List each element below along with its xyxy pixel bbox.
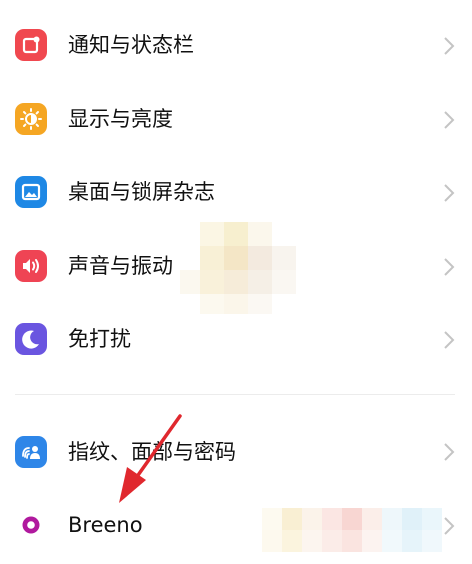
watermark-pixel: [342, 530, 362, 552]
watermark-pixel: [382, 508, 402, 530]
chevron-right-icon: [443, 36, 455, 56]
watermark-pixel: [248, 294, 272, 314]
settings-item-fingerprint-face-password[interactable]: 指纹、面部与密码: [0, 414, 472, 488]
watermark-pixel: [272, 246, 296, 270]
section-divider: [15, 394, 455, 395]
watermark-pixel: [302, 530, 322, 552]
watermark-pixel: [322, 530, 342, 552]
sound-icon: [15, 250, 47, 282]
chevron-right-icon: [443, 330, 455, 350]
watermark-pixel: [402, 508, 422, 530]
settings-item-label: 桌面与锁屏杂志: [68, 180, 215, 204]
watermark-pixel: [322, 508, 342, 530]
watermark-pixel: [200, 222, 224, 246]
watermark-pixel: [262, 530, 282, 552]
watermark-pixel: [200, 246, 224, 270]
settings-item-label: Breeno: [68, 513, 143, 537]
watermark-pixel: [180, 270, 200, 294]
watermark-pixel: [422, 508, 442, 530]
wallpaper-icon: [15, 176, 47, 208]
settings-item-label: 指纹、面部与密码: [68, 440, 236, 464]
chevron-right-icon: [443, 257, 455, 277]
watermark-pixel: [362, 530, 382, 552]
watermark-pixel: [342, 508, 362, 530]
watermark-pixel: [272, 270, 296, 294]
watermark-pixel: [422, 530, 442, 552]
watermark-pixel: [302, 508, 322, 530]
watermark-pixel: [282, 508, 302, 530]
watermark-pixel: [402, 530, 422, 552]
watermark-pixel: [200, 294, 224, 314]
settings-item-label: 通知与状态栏: [68, 33, 194, 57]
watermark-pixel: [362, 508, 382, 530]
watermark-pixel: [248, 246, 272, 270]
brightness-icon: [15, 103, 47, 135]
watermark-pixel: [200, 270, 224, 294]
watermark-pixel: [224, 222, 248, 246]
watermark-pixel: [248, 222, 272, 246]
chevron-right-icon: [443, 442, 455, 462]
fingerprint-face-icon: [15, 436, 47, 468]
settings-item-wallpaper[interactable]: 桌面与锁屏杂志: [0, 156, 472, 230]
watermark-pixel: [262, 508, 282, 530]
settings-screen: 通知与状态栏 显示与亮度 桌面与锁屏杂志 声音与振动 免打扰 指纹、面部与密码 …: [0, 0, 472, 564]
settings-item-label: 免打扰: [68, 327, 131, 351]
settings-item-notifications[interactable]: 通知与状态栏: [0, 8, 472, 82]
watermark-pixel: [224, 294, 248, 314]
settings-item-label: 声音与振动: [68, 254, 173, 278]
watermark-pixel: [382, 530, 402, 552]
watermark-pixel: [224, 270, 248, 294]
chevron-right-icon: [443, 110, 455, 130]
breeno-icon: [15, 509, 47, 541]
watermark-pixel: [248, 270, 272, 294]
moon-icon: [15, 323, 47, 355]
settings-item-do-not-disturb[interactable]: 免打扰: [0, 304, 472, 378]
chevron-right-icon: [443, 183, 455, 203]
watermark-pixel: [282, 530, 302, 552]
watermark-pixel: [224, 246, 248, 270]
notification-icon: [15, 29, 47, 61]
chevron-right-icon: [443, 516, 455, 536]
settings-item-display[interactable]: 显示与亮度: [0, 82, 472, 156]
settings-item-label: 显示与亮度: [68, 107, 173, 131]
